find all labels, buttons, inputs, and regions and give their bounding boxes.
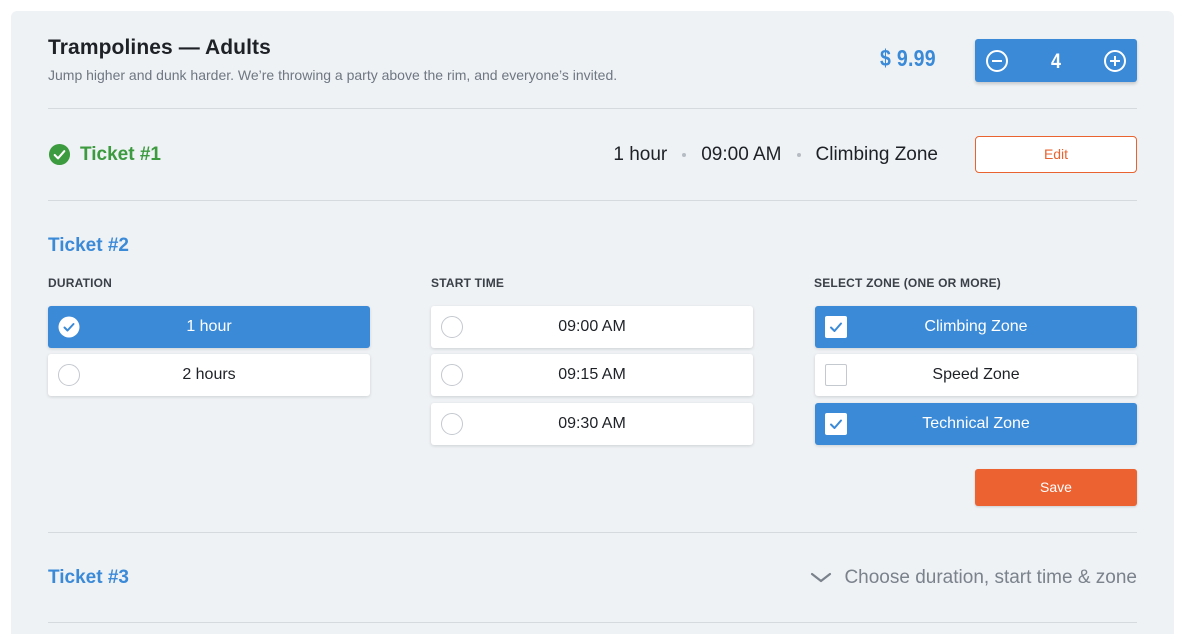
zone-option-technical[interactable]: Technical Zone <box>815 403 1137 445</box>
zone-label: SELECT ZONE (ONE OR MORE) <box>814 276 1002 290</box>
quantity-stepper: 4 <box>975 39 1137 82</box>
divider <box>48 200 1137 201</box>
option-label: Technical Zone <box>922 415 1030 432</box>
divider <box>48 622 1137 623</box>
zone-option-speed[interactable]: Speed Zone <box>815 354 1137 396</box>
ticket-1-start-time: 09:00 AM <box>701 144 782 165</box>
check-circle-icon <box>48 143 71 166</box>
chevron-down-icon <box>811 572 832 583</box>
option-label: 1 hour <box>186 318 232 335</box>
ticket-1-zone: Climbing Zone <box>815 144 939 165</box>
start-time-option-0900[interactable]: 09:00 AM <box>431 306 753 348</box>
ticket-1-summary: 1 hour 09:00 AM Climbing Zone <box>613 144 938 166</box>
ticket-1-duration: 1 hour <box>613 144 668 165</box>
save-button[interactable]: Save <box>975 469 1137 506</box>
ticket-3-hint: Choose duration, start time & zone <box>844 567 1137 588</box>
option-label: Speed Zone <box>932 366 1020 383</box>
separator-dot <box>682 153 687 157</box>
ticket-3-title: Ticket #3 <box>48 567 129 588</box>
option-label: 09:30 AM <box>558 415 626 432</box>
zone-option-climbing[interactable]: Climbing Zone <box>815 306 1137 348</box>
start-time-option-0915[interactable]: 09:15 AM <box>431 354 753 396</box>
option-label: 09:15 AM <box>558 366 626 383</box>
product-price: $ 9.99 <box>880 45 936 71</box>
start-time-label: START TIME <box>431 276 505 290</box>
divider <box>48 108 1137 109</box>
product-title: Trampolines — Adults <box>48 36 271 59</box>
ticket-2-title: Ticket #2 <box>48 235 129 256</box>
ticket-3-expand[interactable]: Choose duration, start time & zone <box>810 567 1137 589</box>
option-label: 09:00 AM <box>558 318 626 335</box>
duration-label: DURATION <box>48 276 113 290</box>
product-description: Jump higher and dunk harder. We’re throw… <box>48 67 618 83</box>
option-label: 2 hours <box>182 366 236 383</box>
separator-dot <box>796 153 801 157</box>
start-time-option-0930[interactable]: 09:30 AM <box>431 403 753 445</box>
duration-option-2-hours[interactable]: 2 hours <box>48 354 370 396</box>
edit-button[interactable]: Edit <box>975 136 1137 173</box>
divider <box>48 532 1137 533</box>
option-label: Climbing Zone <box>924 318 1028 335</box>
ticket-1-title: Ticket #1 <box>80 144 161 165</box>
duration-option-1-hour[interactable]: 1 hour <box>48 306 370 348</box>
plus-circle-icon[interactable] <box>1103 49 1127 73</box>
